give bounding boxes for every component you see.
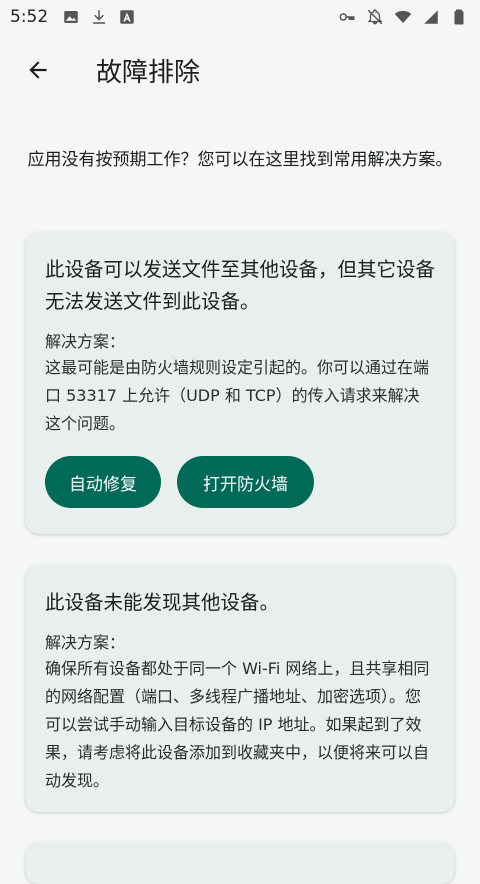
arrow-left-icon bbox=[29, 61, 47, 79]
intro-text: 应用没有按预期工作？您可以在这里找到常用解决方案。 bbox=[27, 150, 453, 170]
open-firewall-button[interactable]: 打开防火墙 bbox=[177, 456, 314, 508]
app-bar: 故障排除 bbox=[0, 34, 480, 106]
card-title: 此设备可以发送文件至其他设备，但其它设备无法发送文件到此设备。 bbox=[45, 258, 436, 313]
image-icon bbox=[64, 11, 78, 23]
solution-label: 解决方案： bbox=[45, 633, 126, 652]
solution-label: 解决方案： bbox=[45, 332, 126, 351]
status-time: 5:52 bbox=[10, 7, 49, 27]
signal-icon bbox=[424, 10, 438, 24]
page-title: 故障排除 bbox=[96, 57, 201, 88]
back-button[interactable] bbox=[14, 46, 62, 94]
status-bar: 5:52 bbox=[0, 0, 480, 34]
card-actions: 自动修复 打开防火墙 bbox=[45, 456, 435, 508]
battery-icon bbox=[454, 9, 464, 25]
troubleshoot-card-discovery: 此设备未能发现其他设备。 解决方案： 确保所有设备都处于同一个 Wi-Fi 网络… bbox=[25, 565, 455, 812]
solution-text: 这最可能是由防火墙规则设定引起的。你可以通过在端口 53317 上允许（UDP … bbox=[45, 358, 430, 433]
troubleshoot-card-partial bbox=[25, 842, 455, 884]
wifi-icon bbox=[394, 10, 412, 23]
translate-icon bbox=[120, 10, 134, 24]
download-icon bbox=[93, 10, 106, 24]
auto-fix-button[interactable]: 自动修复 bbox=[45, 456, 161, 508]
troubleshoot-card-firewall: 此设备可以发送文件至其他设备，但其它设备无法发送文件到此设备。 解决方案： 这最… bbox=[25, 232, 455, 534]
key-icon bbox=[339, 13, 355, 21]
solution-text: 确保所有设备都处于同一个 Wi-Fi 网络上，且共享相同的网络配置（端口、多线程… bbox=[45, 659, 430, 790]
notifications-off-icon bbox=[367, 9, 383, 25]
card-title: 此设备未能发现其他设备。 bbox=[45, 591, 280, 614]
